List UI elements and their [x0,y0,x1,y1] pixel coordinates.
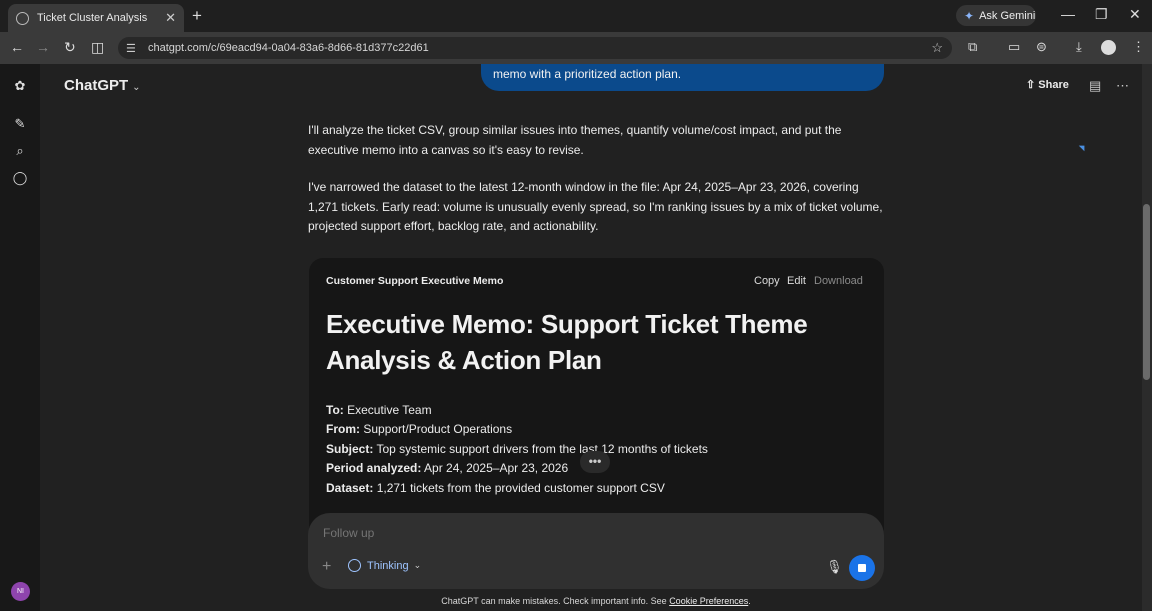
browser-tab[interactable]: Ticket Cluster Analysis ✕ [8,4,184,32]
scrollbar-thumb[interactable] [1143,204,1150,380]
chat-bubble-icon[interactable]: ◯ [12,170,28,186]
new-tab-icon[interactable]: + [192,6,202,26]
cookie-preferences-link[interactable]: Cookie Preferences [669,596,748,606]
download-button[interactable]: Download [814,275,863,287]
more-options-icon[interactable]: ⋯ [1116,78,1129,94]
share-icon: ⇧ [1026,79,1036,91]
chevron-down-icon: ⌄ [132,82,141,93]
stop-icon [858,564,866,572]
address-bar[interactable]: ☰ chatgpt.com/c/69eacd94-0a04-83a6-8d66-… [118,37,952,59]
url-text: chatgpt.com/c/69eacd94-0a04-83a6-8d66-81… [148,42,429,54]
cast-icon[interactable]: ▭ [1008,39,1020,55]
canvas-toggle-icon[interactable]: ▤ [1089,78,1101,94]
gemini-sparkle-icon: ✦ [964,8,975,23]
site-info-icon[interactable]: ☰ [126,42,140,55]
new-chat-icon[interactable]: ✎ [12,116,28,132]
canvas-card: Customer Support Executive Memo Copy Edi… [309,258,884,538]
brand-label: ChatGPT [64,77,129,94]
memo-field-dataset: Dataset: 1,271 tickets from the provided… [326,481,665,495]
minimize-icon[interactable]: — [1061,6,1075,22]
translate-icon[interactable]: ⊜ [1036,39,1047,55]
assistant-paragraph: I've narrowed the dataset to the latest … [308,180,883,233]
canvas-title: Customer Support Executive Memo [326,275,504,287]
tab-title: Ticket Cluster Analysis [37,12,148,24]
assistant-paragraph: I'll analyze the ticket CSV, group simil… [308,123,842,157]
restore-icon[interactable]: ❐ [1095,6,1108,23]
memo-field-period: Period analyzed: Apr 24, 2025–Apr 23, 20… [326,461,569,475]
ask-gemini-button[interactable]: ✦ Ask Gemini [956,5,1036,26]
stop-generation-button[interactable] [849,555,875,581]
microphone-icon[interactable]: 🎙 [826,559,843,575]
thinking-label: Thinking [367,559,409,572]
edit-button[interactable]: Edit [787,275,806,287]
composer: + Thinking ⌄ 🎙 [308,513,884,589]
thinking-mode-button[interactable]: Thinking ⌄ [348,559,421,572]
profile-avatar-icon[interactable] [1101,40,1116,55]
user-message-bubble: memo with a prioritized action plan. [481,64,884,91]
follow-up-input[interactable] [323,526,478,540]
share-button[interactable]: ⇧ Share [1026,78,1069,91]
disclaimer: ChatGPT can make mistakes. Check importa… [441,596,751,606]
chevron-down-icon: ⌄ [413,560,422,570]
copy-button[interactable]: Copy [754,275,780,287]
reload-icon[interactable]: ↻ [64,39,76,56]
more-dots-icon[interactable]: ••• [580,451,610,473]
forward-icon[interactable]: → [36,39,50,55]
share-label: Share [1038,79,1069,91]
search-icon[interactable]: ⌕ [12,143,28,159]
ask-gemini-label: Ask Gemini [979,9,1036,22]
extensions-icon[interactable]: ⧉ [968,39,977,55]
clock-icon [348,559,361,572]
model-selector[interactable]: ChatGPT ⌄ [64,77,141,94]
chatgpt-favicon-icon [16,11,29,25]
browser-menu-icon[interactable]: ⋮ [1132,39,1145,55]
downloads-icon[interactable]: ⤓ [1076,39,1082,55]
close-window-icon[interactable]: ✕ [1129,6,1141,23]
memo-field-from: From: Support/Product Operations [326,422,513,436]
bookmark-star-icon[interactable]: ☆ [931,40,943,56]
memo-field-to: To: Executive Team [326,403,432,417]
memo-field-subject: Subject: Top systemic support drivers fr… [326,442,708,456]
openai-logo-icon[interactable]: ✿ [12,78,28,94]
add-attachment-icon[interactable]: + [322,558,331,576]
back-icon[interactable]: ← [10,39,24,55]
memo-heading: Executive Memo: Support Ticket Theme Ana… [326,309,808,375]
close-tab-icon[interactable]: ✕ [165,10,176,26]
split-view-icon[interactable]: ◫ [91,39,104,56]
